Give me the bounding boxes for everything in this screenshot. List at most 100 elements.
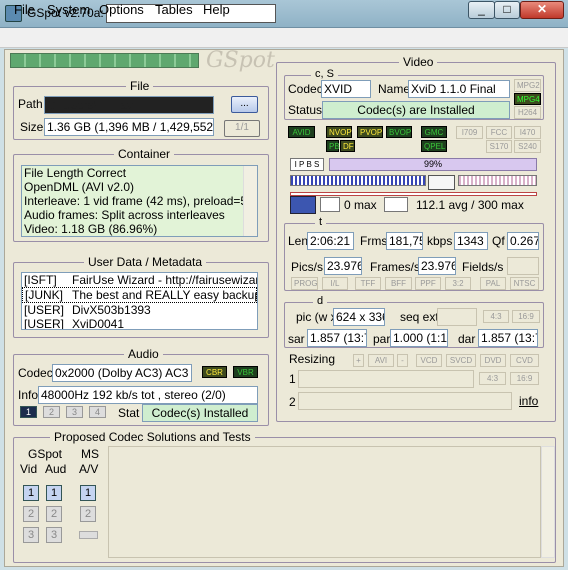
video-name-field: XviD 1.1.0 Final [408, 80, 510, 98]
ms-av-3[interactable] [79, 531, 98, 539]
userdata-row[interactable]: [JUNK] The best and REALLY easy backup to… [22, 287, 257, 303]
pics-field: 23.976 [324, 257, 362, 275]
resize-minus-button[interactable]: - [397, 354, 408, 367]
gspot-vid-1[interactable]: 1 [23, 485, 39, 501]
audio-codec-label: Codec [18, 366, 53, 380]
menu-system[interactable]: System [47, 2, 90, 17]
i709-tag: I709 [456, 126, 483, 139]
mpg2-tag: MPG2 [514, 79, 541, 92]
audio-track-1[interactable]: 1 [20, 406, 37, 418]
userdata-row[interactable]: [ISFT] FairUse Wizard - http://fairusewiz… [22, 273, 257, 287]
gspot-vid-2[interactable]: 2 [23, 506, 39, 522]
il-tag: I/L [322, 277, 348, 290]
pics-label: Pics/s [291, 260, 324, 274]
pvop-indicator: PVOP [357, 126, 383, 138]
bitrate-avg-text: 112.1 avg / 300 max [416, 198, 524, 212]
resize-row1-field [298, 370, 474, 388]
audio-info-field: 48000Hz 192 kb/s tot , stereo (2/0) [38, 386, 258, 404]
userdata-key: [ISFT] [24, 273, 57, 287]
par-label: par [373, 332, 391, 346]
menu-bar [0, 28, 568, 48]
page-indicator[interactable]: 1/1 [224, 120, 260, 137]
menu-options[interactable]: Options [99, 2, 144, 17]
h264-tag: H264 [514, 106, 541, 119]
info-link[interactable]: info [519, 394, 538, 408]
ms-av-2[interactable]: 2 [80, 506, 96, 522]
audio-stat-field: Codec(s) Installed [142, 404, 258, 422]
resize-43-tag: 4:3 [479, 372, 506, 385]
avid-indicator: AVID [288, 126, 315, 138]
audio-track-4[interactable]: 4 [89, 406, 106, 418]
d-title: d [313, 295, 328, 307]
video-group-title: Video [399, 55, 438, 69]
tff-tag: TFF [355, 277, 381, 290]
sar-field: 1.857 (13:7) [307, 329, 367, 347]
gspot-aud-2[interactable]: 2 [46, 506, 62, 522]
browse-button[interactable]: ... [231, 96, 258, 113]
path-field[interactable]: C:\Users\...\...avi [44, 96, 214, 114]
graph-toggle[interactable] [428, 175, 455, 190]
proposed-scrollbar[interactable] [541, 446, 555, 558]
ar-43-tag: 4:3 [483, 310, 509, 323]
cs-title: c, S [311, 68, 338, 80]
resize-avi-button[interactable]: AVI [368, 354, 394, 367]
container-line: Video: 1.18 GB (86.96%) [24, 222, 158, 236]
container-line: Interleave: 1 vid frame (42 ms), preload… [24, 194, 258, 208]
bff-tag: BFF [385, 277, 412, 290]
resize-dvd-button[interactable]: DVD [480, 354, 506, 367]
userdata-value: XviD0041 [72, 317, 125, 330]
qf-field: 0.267 [507, 232, 539, 250]
bitrate-icon[interactable] [290, 196, 316, 214]
s170-tag: S170 [486, 140, 512, 153]
s240-tag: S240 [514, 140, 541, 153]
maximize-button[interactable]: □ [494, 1, 520, 19]
df-indicator: DF [340, 140, 355, 152]
container-group-title: Container [114, 147, 175, 161]
menu-file[interactable]: File [14, 2, 35, 17]
seqext-label: seq ext [400, 310, 439, 324]
scale-marks [290, 192, 537, 196]
bitrate-graph [458, 175, 537, 186]
frames-field: 23.976 [418, 257, 456, 275]
resize-plus-button[interactable]: + [353, 354, 364, 367]
gspot-vid-3[interactable]: 3 [23, 527, 39, 543]
audio-stat-label: Stat [118, 406, 140, 420]
gmc-indicator: GMC [421, 126, 447, 138]
menu-tables[interactable]: Tables [155, 2, 193, 17]
video-status-field: Codec(s) are Installed [322, 101, 510, 119]
userdata-key: [USER] [24, 317, 65, 330]
gspot-aud-1[interactable]: 1 [46, 485, 62, 501]
dar-field: 1.857 (13:7) [478, 329, 538, 347]
kbps-field: 1343 [454, 232, 488, 250]
userdata-row[interactable]: [USER] XviD0041 [22, 317, 257, 330]
path-label: Path [18, 97, 43, 111]
container-scrollbar[interactable] [243, 166, 257, 236]
audio-track-2[interactable]: 2 [43, 406, 60, 418]
ms-av-1[interactable]: 1 [80, 485, 96, 501]
cbr-indicator: CBR [202, 366, 227, 378]
userdata-group-title: User Data / Metadata [84, 255, 207, 269]
menu-help[interactable]: Help [203, 2, 230, 17]
mpg4-indicator: MPG4 [514, 93, 541, 105]
resize-vcd-button[interactable]: VCD [416, 354, 442, 367]
t-title: t [315, 216, 327, 228]
size-field: 1.36 GB (1,396 MB / 1,429,552 KB [44, 118, 214, 136]
resize-row1-label: 1 [289, 372, 296, 386]
close-button[interactable]: ✕ [520, 1, 564, 19]
pal-tag: PAL [480, 277, 506, 290]
resize-svcd-button[interactable]: SVCD [446, 354, 476, 367]
container-listbox[interactable]: File Length Correct OpenDML (AVI v2.0) I… [21, 165, 258, 237]
container-line: File Length Correct [24, 166, 127, 180]
audio-track-3[interactable]: 3 [66, 406, 83, 418]
gspot-aud-3[interactable]: 3 [46, 527, 62, 543]
ntsc-tag: NTSC [510, 277, 539, 290]
proposed-panel [108, 446, 541, 558]
userdata-key: [JUNK] [25, 288, 64, 302]
i470-tag: I470 [514, 126, 541, 139]
resize-cvd-button[interactable]: CVD [510, 354, 539, 367]
userdata-listbox[interactable]: [ISFT] FairUse Wizard - http://fairusewiz… [21, 272, 258, 330]
userdata-row[interactable]: [USER] DivX503b1393 [22, 303, 257, 317]
pic-label: pic (w x [296, 310, 337, 324]
minimize-button[interactable]: _ [468, 1, 495, 19]
frametype-legend: I P B S [290, 158, 324, 171]
